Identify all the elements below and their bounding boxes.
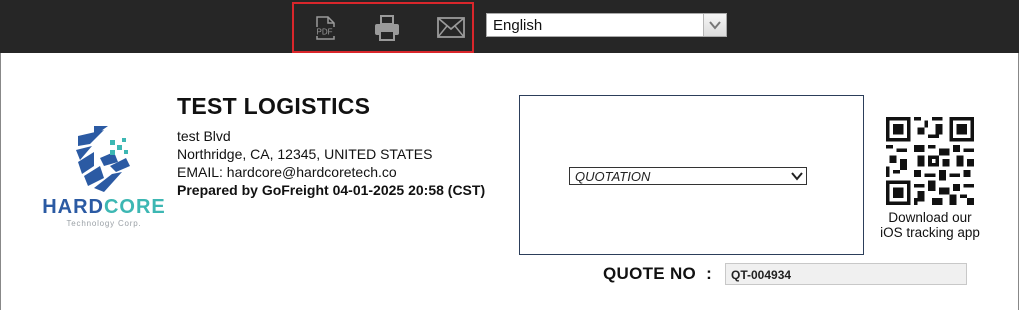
document-type-select[interactable]: QUOTATION: [569, 167, 807, 185]
address-line-1: test Blvd: [177, 128, 231, 144]
logo-tagline: Technology Corp.: [66, 219, 141, 228]
quote-number-label: QUOTE NO :: [603, 264, 713, 283]
qr-caption-line-2: iOS tracking app: [880, 225, 980, 240]
qr-code: [886, 117, 974, 205]
pdf-icon-label: PDF: [317, 28, 333, 37]
logo-wordmark: HARDCORE: [42, 196, 166, 218]
language-selected-value: English: [493, 17, 543, 34]
address-line-2: Northridge, CA, 12345, UNITED STATES: [177, 146, 433, 162]
document-type-value: QUOTATION: [575, 169, 651, 184]
mail-icon[interactable]: [435, 12, 467, 44]
company-name: TEST LOGISTICS: [177, 93, 371, 119]
top-toolbar: PDF English: [0, 0, 1019, 53]
quote-number-field[interactable]: QT-004934: [725, 263, 967, 285]
company-logo: HARDCORE Technology Corp.: [38, 122, 174, 232]
qr-caption-line-1: Download our: [888, 210, 972, 225]
chevron-down-icon: [791, 172, 803, 181]
company-info: TEST LOGISTICS test Blvd Northridge, CA,…: [177, 93, 485, 199]
prepared-by: Prepared by GoFreight 04-01-2025 20:58 (…: [177, 182, 486, 198]
document-type-panel: QUOTATION: [519, 95, 864, 255]
company-email: EMAIL: hardcore@hardcoretech.co: [177, 164, 397, 180]
qr-caption: Download our iOS tracking app: [873, 210, 987, 240]
printer-icon[interactable]: [371, 12, 403, 44]
chevron-down-icon: [709, 21, 721, 30]
language-select[interactable]: English: [486, 13, 727, 37]
pdf-icon[interactable]: PDF: [309, 12, 341, 44]
quote-number-value: QT-004934: [731, 268, 792, 282]
export-tools-group: PDF: [292, 2, 474, 53]
language-dropdown-button[interactable]: [703, 14, 726, 36]
